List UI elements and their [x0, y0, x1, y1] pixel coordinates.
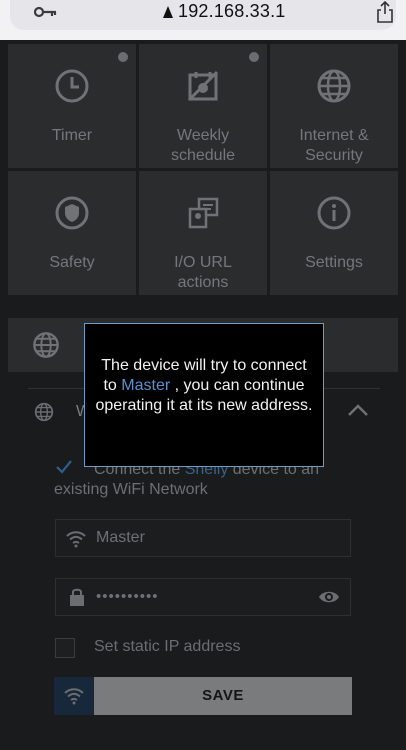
tile-safety[interactable]: Safety: [8, 171, 136, 295]
eye-icon[interactable]: [318, 589, 340, 605]
tile-weekly-schedule[interactable]: Weekly schedule: [139, 44, 267, 168]
chevron-up-icon[interactable]: [347, 403, 369, 417]
ssid-value: Master: [96, 529, 145, 546]
static-ip-checkbox[interactable]: [55, 638, 75, 658]
password-value: ••••••••••: [96, 588, 159, 605]
wifi-icon: [64, 688, 84, 705]
calendar-off-icon: [187, 70, 219, 102]
dialog-ssid: Master: [121, 377, 171, 394]
clock-icon: [55, 69, 89, 103]
url-text: 192.168.33.1: [178, 1, 286, 21]
tile-label: Timer: [51, 127, 93, 144]
connect-dialog[interactable]: The device will try to connect to Master…: [84, 323, 324, 467]
static-ip-label: Set static IP address: [94, 638, 241, 655]
tile-timer[interactable]: Timer: [8, 44, 136, 168]
dialog-message: The device will try to connect to Master…: [95, 357, 313, 414]
key-icon[interactable]: [34, 4, 58, 20]
wifi-icon: [66, 531, 86, 548]
tile-label: I/O URL actions: [174, 254, 232, 291]
lock-icon: [163, 6, 173, 18]
wifi-status-indicator: [54, 677, 94, 715]
globe-icon: [33, 332, 59, 358]
tile-label: Internet & Security: [299, 127, 369, 164]
password-field[interactable]: ••••••••••: [55, 578, 351, 616]
tile-label: Safety: [49, 254, 95, 271]
ssid-field[interactable]: Master: [55, 519, 351, 557]
lock-icon: [70, 588, 84, 606]
save-row: SAVE: [54, 677, 352, 715]
status-dot: [118, 52, 128, 62]
share-icon[interactable]: [376, 1, 394, 23]
tile-settings[interactable]: Settings: [270, 171, 398, 295]
tile-label: Settings: [305, 254, 363, 271]
url-actions-icon: [188, 197, 219, 229]
tile-io-url-actions[interactable]: I/O URL actions: [139, 171, 267, 295]
tile-internet-security[interactable]: Internet & Security: [270, 44, 398, 168]
browser-bar: 192.168.33.1: [0, 0, 406, 40]
tile-label: Weekly schedule: [170, 127, 236, 164]
info-icon: [317, 196, 351, 230]
address-bar[interactable]: 192.168.33.1: [10, 0, 396, 30]
status-dot: [249, 52, 259, 62]
globe-icon: [317, 69, 351, 103]
globe-icon: [34, 402, 54, 422]
save-button[interactable]: SAVE: [94, 677, 352, 715]
shield-icon: [55, 196, 89, 230]
